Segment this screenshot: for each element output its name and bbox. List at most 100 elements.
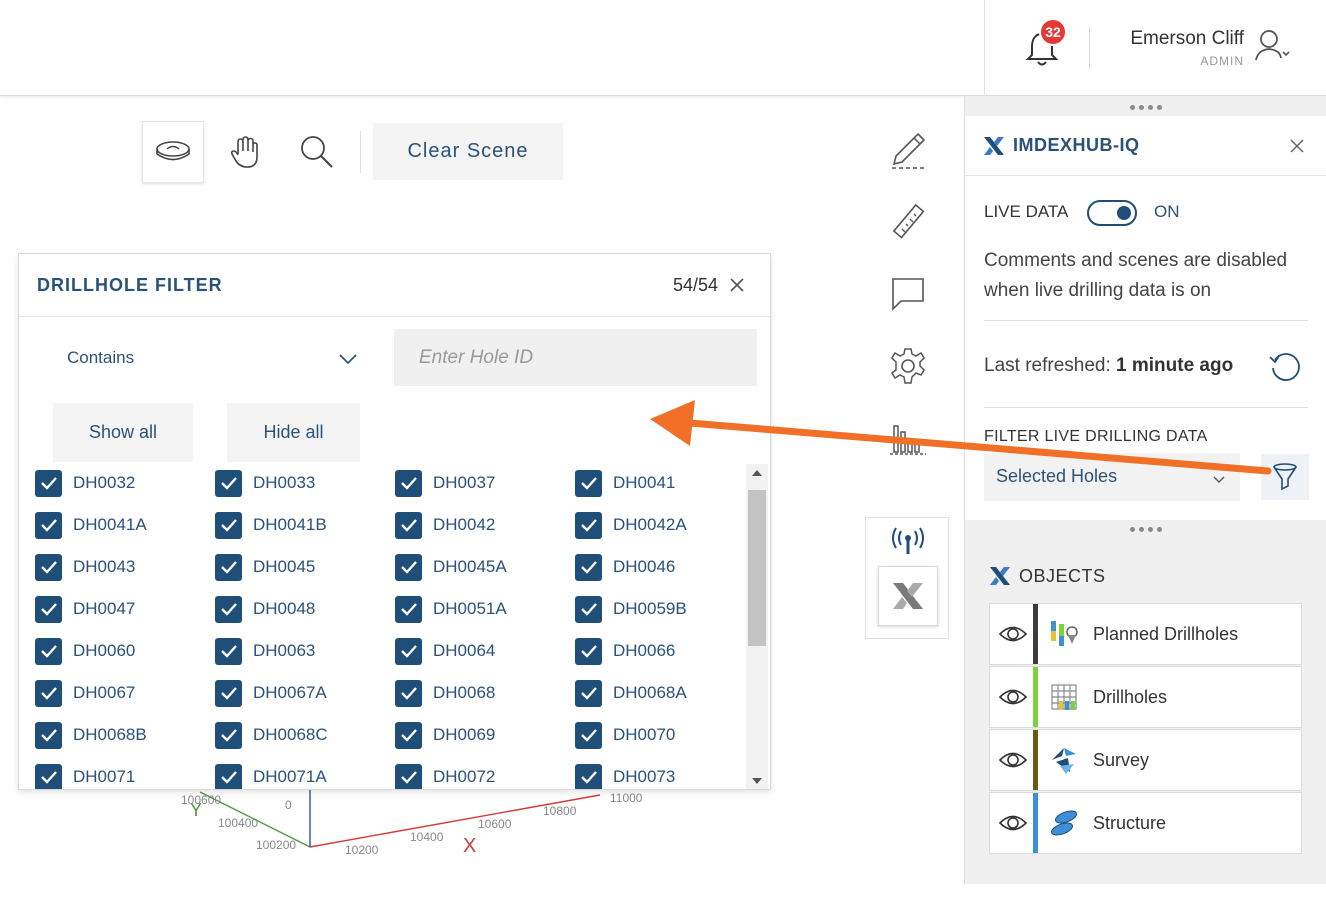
checkbox-checked-icon[interactable] — [395, 553, 422, 581]
hole-checkbox-item[interactable]: DH0067A — [215, 678, 327, 708]
pan-tool-button[interactable] — [214, 121, 276, 183]
eye-icon[interactable] — [998, 747, 1028, 773]
checkbox-checked-icon[interactable] — [395, 511, 422, 539]
comment-tool-button[interactable] — [886, 272, 930, 316]
hole-checkbox-item[interactable]: DH0073 — [575, 762, 675, 789]
notification-badge[interactable]: 32 — [1039, 18, 1067, 46]
eye-icon[interactable] — [998, 621, 1028, 647]
hole-checkbox-item[interactable]: DH0041B — [215, 510, 327, 540]
measure-tool-button[interactable] — [886, 200, 930, 244]
object-row-structure[interactable]: Structure — [989, 792, 1302, 854]
hole-checkbox-item[interactable]: DH0059B — [575, 594, 687, 624]
resize-handle[interactable] — [965, 520, 1326, 538]
hole-checkbox-item[interactable]: DH0042 — [395, 510, 495, 540]
checkbox-checked-icon[interactable] — [35, 637, 62, 665]
scroll-up-icon[interactable] — [752, 470, 762, 476]
checkbox-checked-icon[interactable] — [575, 511, 602, 539]
hole-checkbox-item[interactable]: DH0043 — [35, 552, 135, 582]
eye-icon[interactable] — [998, 684, 1028, 710]
hole-checkbox-item[interactable]: DH0045A — [395, 552, 507, 582]
hole-checkbox-item[interactable]: DH0068 — [395, 678, 495, 708]
checkbox-checked-icon[interactable] — [395, 595, 422, 623]
hole-checkbox-item[interactable]: DH0060 — [35, 636, 135, 666]
close-icon[interactable] — [1289, 138, 1305, 154]
draw-tool-button[interactable] — [886, 128, 930, 172]
orbit-tool-button[interactable] — [142, 121, 204, 183]
match-mode-select[interactable]: Contains — [67, 348, 134, 368]
hole-checkbox-item[interactable]: DH0046 — [575, 552, 675, 582]
object-row-drillholes[interactable]: Drillholes — [989, 666, 1302, 728]
checkbox-checked-icon[interactable] — [575, 595, 602, 623]
hole-checkbox-item[interactable]: DH0068C — [215, 720, 328, 750]
scroll-down-icon[interactable] — [752, 778, 762, 784]
checkbox-checked-icon[interactable] — [215, 763, 242, 789]
hole-checkbox-item[interactable]: DH0067 — [35, 678, 135, 708]
hole-id-input[interactable] — [394, 329, 757, 386]
scrollbar[interactable] — [746, 464, 768, 789]
show-all-button[interactable]: Show all — [53, 403, 193, 462]
hole-checkbox-item[interactable]: DH0045 — [215, 552, 315, 582]
checkbox-checked-icon[interactable] — [35, 553, 62, 581]
checkbox-checked-icon[interactable] — [35, 469, 62, 497]
hole-checkbox-item[interactable]: DH0037 — [395, 468, 495, 498]
checkbox-checked-icon[interactable] — [35, 763, 62, 789]
hole-checkbox-item[interactable]: DH0041 — [575, 468, 675, 498]
checkbox-checked-icon[interactable] — [395, 637, 422, 665]
hole-checkbox-item[interactable]: DH0068A — [575, 678, 687, 708]
user-avatar-icon[interactable] — [1254, 26, 1294, 66]
checkbox-checked-icon[interactable] — [395, 469, 422, 497]
hole-checkbox-item[interactable]: DH0047 — [35, 594, 135, 624]
checkbox-checked-icon[interactable] — [575, 721, 602, 749]
hole-selection-dropdown[interactable]: Selected Holes — [984, 453, 1240, 501]
hole-checkbox-item[interactable]: DH0064 — [395, 636, 495, 666]
filter-button[interactable] — [1261, 454, 1309, 500]
checkbox-checked-icon[interactable] — [575, 553, 602, 581]
checkbox-checked-icon[interactable] — [395, 721, 422, 749]
hide-all-button[interactable]: Hide all — [227, 403, 360, 462]
checkbox-checked-icon[interactable] — [215, 595, 242, 623]
live-data-toggle[interactable] — [1087, 200, 1137, 226]
checkbox-checked-icon[interactable] — [575, 637, 602, 665]
checkbox-checked-icon[interactable] — [575, 763, 602, 789]
checkbox-checked-icon[interactable] — [215, 553, 242, 581]
close-icon[interactable] — [728, 276, 746, 294]
hole-checkbox-item[interactable]: DH0033 — [215, 468, 315, 498]
checkbox-checked-icon[interactable] — [575, 679, 602, 707]
zoom-tool-button[interactable] — [286, 121, 348, 183]
resize-handle[interactable] — [965, 98, 1326, 116]
hole-checkbox-item[interactable]: DH0068B — [35, 720, 147, 750]
hole-checkbox-item[interactable]: DH0066 — [575, 636, 675, 666]
hole-checkbox-item[interactable]: DH0051A — [395, 594, 507, 624]
hole-checkbox-item[interactable]: DH0071 — [35, 762, 135, 789]
checkbox-checked-icon[interactable] — [35, 595, 62, 623]
chevron-down-icon[interactable] — [337, 348, 359, 370]
object-row-survey[interactable]: Survey — [989, 729, 1302, 791]
hole-checkbox-item[interactable]: DH0070 — [575, 720, 675, 750]
checkbox-checked-icon[interactable] — [215, 469, 242, 497]
checkbox-checked-icon[interactable] — [395, 679, 422, 707]
hole-checkbox-item[interactable]: DH0071A — [215, 762, 327, 789]
checkbox-checked-icon[interactable] — [575, 469, 602, 497]
checkbox-checked-icon[interactable] — [215, 679, 242, 707]
object-row-planned-drillholes[interactable]: Planned Drillholes — [989, 603, 1302, 665]
hole-checkbox-item[interactable]: DH0032 — [35, 468, 135, 498]
checkbox-checked-icon[interactable] — [215, 637, 242, 665]
checkbox-checked-icon[interactable] — [395, 763, 422, 789]
hole-checkbox-item[interactable]: DH0072 — [395, 762, 495, 789]
scroll-thumb[interactable] — [748, 490, 766, 646]
hole-checkbox-item[interactable]: DH0069 — [395, 720, 495, 750]
refresh-icon[interactable] — [1267, 348, 1303, 384]
hole-checkbox-item[interactable]: DH0063 — [215, 636, 315, 666]
antenna-icon[interactable] — [890, 526, 926, 556]
hole-checkbox-item[interactable]: DH0042A — [575, 510, 687, 540]
eye-icon[interactable] — [998, 810, 1028, 836]
checkbox-checked-icon[interactable] — [215, 721, 242, 749]
settings-tool-button[interactable] — [886, 344, 930, 388]
checkbox-checked-icon[interactable] — [215, 511, 242, 539]
clear-scene-button[interactable]: Clear Scene — [373, 123, 563, 180]
checkbox-checked-icon[interactable] — [35, 511, 62, 539]
chart-tool-button[interactable] — [886, 416, 930, 460]
hole-checkbox-item[interactable]: DH0041A — [35, 510, 147, 540]
checkbox-checked-icon[interactable] — [35, 679, 62, 707]
checkbox-checked-icon[interactable] — [35, 721, 62, 749]
